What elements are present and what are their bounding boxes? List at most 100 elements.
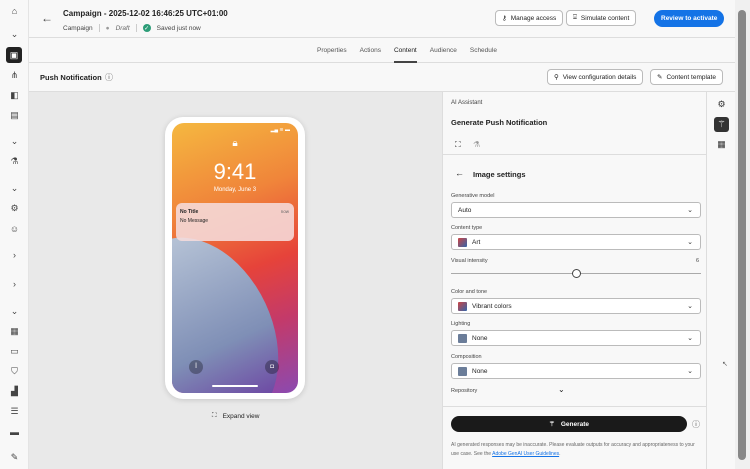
disclaimer-text: AI generated responses may be inaccurate… [451,442,695,457]
channels-icon[interactable]: ▦ [8,325,21,338]
expand-icon: ⛶ [212,412,217,419]
expand-view-button[interactable]: ⛶ Expand view [212,412,259,420]
magic-wand-icon: ⚚ [548,421,555,428]
header: ← Campaign - 2025-12-02 16:46:25 UTC+01:… [29,0,735,38]
phone-preview: ▂▄ ≋ ▬ 🔒︎ 9:41 Monday, June 3 No Title n… [165,117,305,399]
generative-model-value: Auto [458,206,472,214]
panel-label: AI Assistant [451,100,483,106]
info-icon[interactable]: ⓘ [105,72,113,83]
fragments-icon[interactable]: ▦ [714,137,729,152]
color-tone-label: Color and tone [451,289,488,295]
settings-title: Image settings [473,170,526,179]
composition-thumbnail-icon [458,366,467,376]
document-icon[interactable]: ▤ [8,109,21,122]
simulate-icon: ⍓ [573,14,577,21]
notification-title: No Title [180,209,199,215]
magic-wand-icon[interactable]: ⚚ [714,117,729,132]
manage-access-button[interactable]: ⚷ Manage access [495,10,564,26]
content-type-select[interactable]: Art ⌄ [451,234,701,250]
guidelines-link[interactable]: Adobe GenAI User Guidelines [492,451,559,457]
chevron-right-icon[interactable]: › [8,277,21,290]
chevron-right-icon[interactable]: › [8,248,21,261]
repository-chevron-icon[interactable]: ⌄ [558,385,565,394]
notification-card[interactable]: No Title now No Message [176,203,294,241]
expand-label: Expand view [222,412,260,420]
section-header: Push Notification ⓘ ⚲ View configuration … [29,63,735,92]
tab-schedule[interactable]: Schedule [470,38,497,63]
tab-content[interactable]: Content [393,38,417,63]
color-tone-value: Vibrant colors [472,302,512,310]
generative-model-select[interactable]: Auto ⌄ [451,202,701,218]
generate-button[interactable]: ⚚ Generate [451,416,687,432]
preview-canvas: ▂▄ ≋ ▬ 🔒︎ 9:41 Monday, June 3 No Title n… [29,92,442,469]
generative-model-label: Generative model [451,193,495,199]
journey-icon[interactable]: ⋔ [8,69,21,82]
content-icon[interactable]: ◧ [8,89,21,102]
chevron-down-icon: ⌄ [687,207,693,214]
edit-icon[interactable]: ✎ [8,451,21,464]
status-dot-icon: ● [105,24,110,32]
visual-intensity-value: 6 [695,258,699,264]
cursor-icon: ↖ [722,361,728,368]
lighting-select[interactable]: None ⌄ [451,330,701,346]
scrollbar[interactable] [735,0,750,469]
visual-intensity-label: Visual intensity [451,258,488,264]
list-icon[interactable]: ☰ [8,405,21,418]
gear-icon[interactable]: ⚙ [714,97,729,112]
manage-access-label: Manage access [510,14,557,22]
composition-select[interactable]: None ⌄ [451,363,701,379]
id-card-icon[interactable]: ▭ [8,345,21,358]
chevron-down-icon[interactable]: ⌄ [8,28,21,41]
right-rail: ⚙ ⚚ ▦ ↖ [707,92,735,469]
chevron-down-icon: ⌄ [687,368,693,375]
chevron-down-icon[interactable]: ⌄ [8,305,21,318]
chevron-down-icon: ⌄ [687,335,693,342]
shield-icon[interactable]: ⛉ [8,365,21,378]
folder-icon[interactable]: ▬ [8,425,21,438]
left-nav: ⌂ ⌄ ▣ ⋔ ◧ ▤ ⌄ ⚗ ⌄ ⚙ ☺ › › ⌄ ▦ ▭ ⛉ ▟ ☰ ▬ … [0,0,29,469]
home-indicator [212,385,258,387]
flask-icon[interactable]: ⚗ [473,140,480,149]
back-arrow-icon[interactable]: ← [41,11,53,25]
chevron-down-icon[interactable]: ⌄ [8,182,21,195]
home-icon[interactable]: ⌂ [8,4,21,17]
lock-icon: 🔒︎ [232,138,238,149]
composition-value: None [472,367,488,375]
color-tone-select[interactable]: Vibrant colors ⌄ [451,298,701,314]
campaign-icon[interactable]: ▣ [6,47,22,63]
slider-handle[interactable] [571,269,581,278]
page-title: Campaign - 2025-12-02 16:46:25 UTC+01:00 [63,9,228,18]
lock-time: 9:41 [213,159,257,184]
chevron-down-icon[interactable]: ⌄ [8,135,21,148]
tab-audience[interactable]: Audience [430,38,457,63]
help-icon[interactable]: ⓘ [692,419,700,430]
view-configuration-button[interactable]: ⚲ View configuration details [547,69,644,85]
audience-icon[interactable]: ☺ [8,222,21,235]
content-template-button[interactable]: ✎ Content template [650,69,723,85]
lighting-label: Lighting [451,321,471,327]
review-to-activate-button[interactable]: Review to activate [654,10,725,27]
saved-status: Saved just now [156,24,201,32]
image-mode-icon[interactable]: ⛶ [455,140,461,150]
ai-assistant-panel: AI Assistant Generate Push Notification … [442,92,707,469]
tab-properties[interactable]: Properties [317,38,347,63]
decision-icon[interactable]: ⚙ [8,202,21,215]
chevron-down-icon: ⌄ [687,303,693,310]
simulate-label: Simulate content [580,14,630,22]
back-arrow-icon[interactable]: ← [455,168,464,178]
reports-icon[interactable]: ▟ [8,385,21,398]
generate-label: Generate [560,420,589,428]
flashlight-icon: ǀ [189,360,203,374]
flask-icon[interactable]: ⚗ [8,155,21,168]
scrollbar-thumb[interactable] [738,10,746,460]
notification-time: now [280,209,289,214]
lighting-value: None [472,334,488,342]
chevron-down-icon: ⌄ [687,239,693,246]
key-icon: ⚷ [502,15,507,22]
tab-bar: Properties Actions Content Audience Sche… [29,38,735,63]
simulate-content-button[interactable]: ⍓ Simulate content [566,10,637,26]
content-type-label: Content type [451,225,483,231]
tab-actions[interactable]: Actions [360,38,381,63]
campaign-type: Campaign [63,24,93,32]
content-type-value: Art [472,238,481,246]
